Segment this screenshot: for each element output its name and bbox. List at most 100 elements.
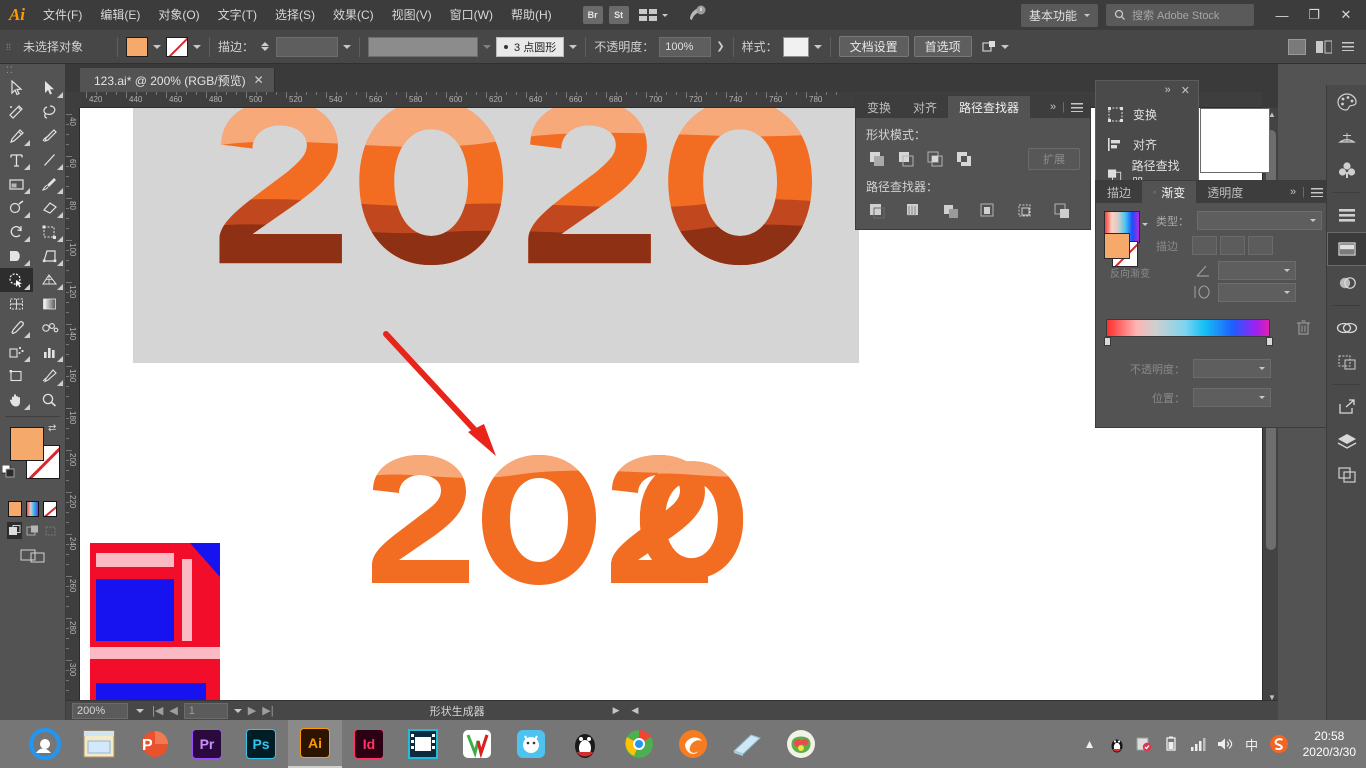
menu-object[interactable]: 对象(O) xyxy=(149,0,208,30)
reverse-gradient-label[interactable]: 反向渐变 xyxy=(1110,265,1150,280)
rectangle-tool[interactable] xyxy=(0,172,33,196)
controlbar-handle[interactable]: ⁞⁞ xyxy=(6,42,18,52)
expand-button[interactable]: 扩展 xyxy=(1028,148,1080,170)
stroke-gradient-within-icon[interactable] xyxy=(1192,236,1217,255)
fill-swatch[interactable] xyxy=(10,427,44,461)
collapse-icon[interactable]: » xyxy=(1165,84,1171,96)
red-arrow-annotation[interactable] xyxy=(380,328,510,463)
brushes-icon[interactable] xyxy=(1327,153,1366,187)
powerpoint-icon[interactable]: P xyxy=(126,720,180,768)
thunder-icon[interactable] xyxy=(504,720,558,768)
tab-transform[interactable]: 变换 xyxy=(856,96,902,118)
free-transform-tool[interactable] xyxy=(33,244,66,268)
volume-icon[interactable] xyxy=(1216,735,1234,753)
stroke-weight-stepper[interactable] xyxy=(261,42,270,51)
red-blue-graphic[interactable] xyxy=(90,543,220,703)
chevron-down-icon[interactable] xyxy=(193,44,201,49)
chevron-down-icon[interactable] xyxy=(569,44,578,49)
collapse-icon[interactable]: » xyxy=(1290,186,1296,198)
menu-window[interactable]: 窗口(W) xyxy=(441,0,502,30)
last-artboard-icon[interactable]: ▶| xyxy=(262,704,273,717)
graphic-style-swatch[interactable] xyxy=(782,36,809,57)
tab-align[interactable]: 对齐 xyxy=(902,96,948,118)
close-icon[interactable]: ✕ xyxy=(1181,84,1190,97)
close-button[interactable]: ✕ xyxy=(1330,0,1362,30)
gradient-panel[interactable]: 描边 ◦ 渐变 透明度 » | 反向渐变 类型： 描边 不透明度： 位置： xyxy=(1095,180,1331,428)
stroke-gradient-across-icon[interactable] xyxy=(1248,236,1273,255)
chevron-down-icon[interactable] xyxy=(343,44,352,49)
window-app-icon[interactable] xyxy=(720,720,774,768)
merge-icon[interactable] xyxy=(940,200,961,221)
toolbar-handle[interactable]: ⁚⁚ xyxy=(0,64,65,76)
vertical-ruler[interactable]: 40 60 80 100 120 140 160 180 200 220 240 260 280 300 xyxy=(66,108,80,704)
asset-export-icon[interactable] xyxy=(1327,390,1366,424)
qq-tray-icon[interactable] xyxy=(1108,735,1126,753)
next-artboard-icon[interactable]: ▶ xyxy=(248,704,256,717)
default-fill-stroke-icon[interactable] xyxy=(1,464,15,478)
indesign-icon[interactable]: Id xyxy=(342,720,396,768)
gradient-slider[interactable] xyxy=(1106,319,1270,337)
stock-search-input[interactable]: 搜索 Adobe Stock xyxy=(1106,4,1254,26)
menu-type[interactable]: 文字(T) xyxy=(209,0,266,30)
gradient-opacity-field[interactable] xyxy=(1193,359,1271,378)
exclude-icon[interactable] xyxy=(953,149,974,170)
symbols-icon[interactable] xyxy=(1327,198,1366,232)
rotate-tool[interactable] xyxy=(0,220,33,244)
gradient-angle-field[interactable] xyxy=(1218,261,1296,280)
mesh-tool[interactable] xyxy=(0,292,33,316)
symbol-sprayer-tool[interactable] xyxy=(0,340,33,364)
game-app-icon[interactable] xyxy=(774,720,828,768)
color-guide-icon[interactable] xyxy=(1327,119,1366,153)
browser-app-icon[interactable] xyxy=(18,720,72,768)
restore-button[interactable]: ❐ xyxy=(1298,0,1330,30)
magic-wand-tool[interactable] xyxy=(0,100,33,124)
wps-icon[interactable] xyxy=(450,720,504,768)
outline-icon[interactable] xyxy=(1014,200,1035,221)
network-icon[interactable] xyxy=(1189,735,1207,753)
hand-tool[interactable] xyxy=(0,388,33,412)
close-icon[interactable]: ✕ xyxy=(254,73,264,87)
menu-select[interactable]: 选择(S) xyxy=(266,0,324,30)
curvature-tool[interactable] xyxy=(33,124,66,148)
unite-icon[interactable] xyxy=(866,149,887,170)
show-hidden-icons[interactable]: ▲ xyxy=(1081,735,1099,753)
lasso-tool[interactable] xyxy=(33,100,66,124)
media-player-icon[interactable] xyxy=(396,720,450,768)
firefox-icon[interactable] xyxy=(666,720,720,768)
perspective-grid-tool[interactable] xyxy=(33,268,66,292)
stroke-gradient-along-icon[interactable] xyxy=(1220,236,1245,255)
swap-fill-stroke-icon[interactable]: ⇄ xyxy=(48,423,63,434)
menu-item-align[interactable]: 对齐 xyxy=(1096,129,1198,159)
menu-file[interactable]: 文件(F) xyxy=(34,0,91,30)
gradient-stop-start[interactable] xyxy=(1104,337,1111,346)
battery-icon[interactable] xyxy=(1162,735,1180,753)
paintbrush-tool[interactable] xyxy=(33,172,66,196)
minimize-button[interactable]: — xyxy=(1266,0,1298,30)
variable-width-profile-preview[interactable] xyxy=(368,36,479,57)
panel-menu-icon[interactable] xyxy=(1071,102,1083,112)
chevron-down-icon[interactable] xyxy=(153,44,161,49)
stroke-color-swatch[interactable] xyxy=(166,36,188,57)
controlbar-menu-icon[interactable] xyxy=(1342,42,1354,51)
zoom-level-field[interactable]: 200% xyxy=(72,702,128,719)
crop-icon[interactable] xyxy=(977,200,998,221)
draw-behind-button[interactable] xyxy=(25,522,40,539)
shape-builder-tool[interactable] xyxy=(0,268,33,292)
trim-icon[interactable] xyxy=(903,200,924,221)
delete-stop-icon[interactable] xyxy=(1297,320,1310,335)
chevron-down-icon[interactable] xyxy=(813,44,822,49)
chevron-down-icon[interactable] xyxy=(233,708,242,713)
graphic-styles-icon[interactable] xyxy=(1327,266,1366,300)
divide-icon[interactable] xyxy=(866,200,887,221)
none-swatch-button[interactable] xyxy=(43,501,58,517)
brush-definition-field[interactable]: 3 点圆形 xyxy=(496,36,565,57)
status-expand-icon[interactable]: ▶ xyxy=(613,705,620,716)
type-tool[interactable] xyxy=(0,148,33,172)
intersect-icon[interactable] xyxy=(924,149,945,170)
chevron-down-icon[interactable] xyxy=(1142,223,1148,226)
artboard-number-field[interactable]: 1 xyxy=(183,702,228,719)
preferences-button[interactable]: 首选项 xyxy=(913,36,972,57)
arrange-documents-button[interactable] xyxy=(638,9,668,21)
qq-icon[interactable] xyxy=(558,720,612,768)
eyedropper-tool[interactable] xyxy=(0,316,33,340)
